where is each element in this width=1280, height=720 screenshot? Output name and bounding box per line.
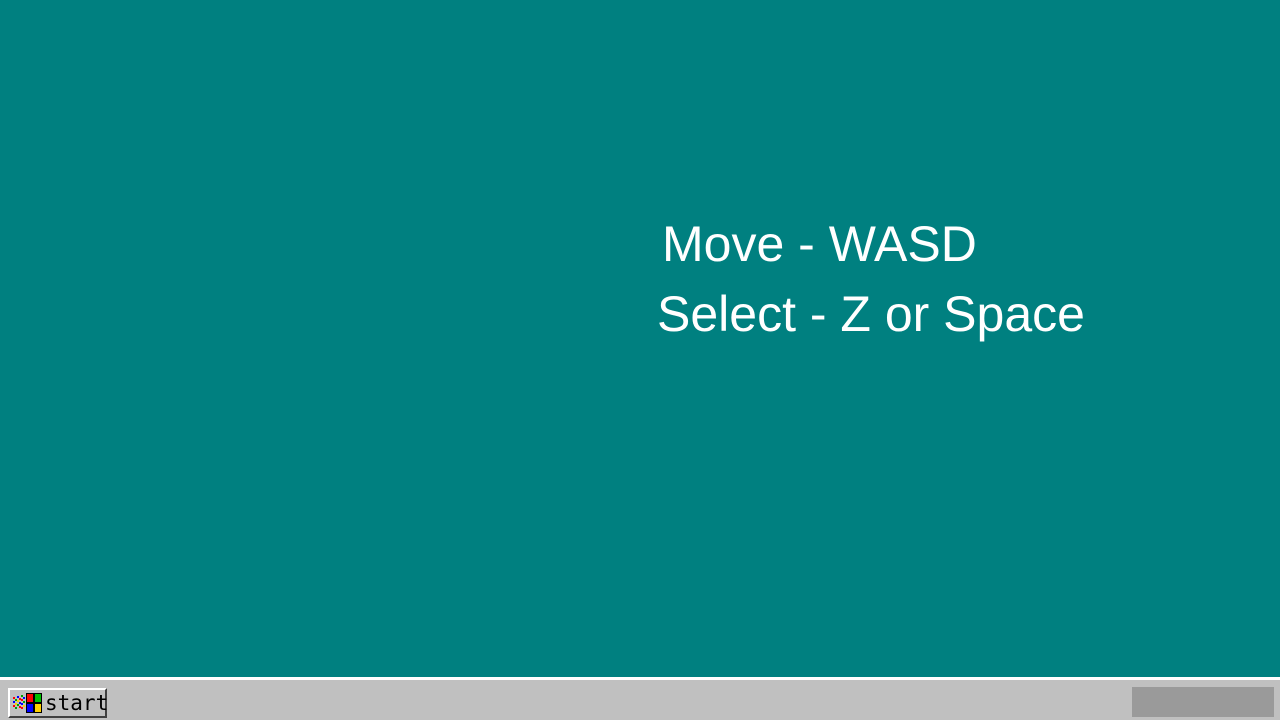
start-button[interactable]: start xyxy=(8,688,109,718)
desktop: Move - WASD Select - Z or Space xyxy=(0,0,1280,677)
move-instruction: Move - WASD xyxy=(662,216,977,272)
windows-flag-icon xyxy=(12,692,44,714)
system-tray xyxy=(1132,687,1274,717)
taskbar: start xyxy=(0,677,1280,720)
start-label: start xyxy=(45,691,109,715)
select-instruction: Select - Z or Space xyxy=(657,286,1085,342)
